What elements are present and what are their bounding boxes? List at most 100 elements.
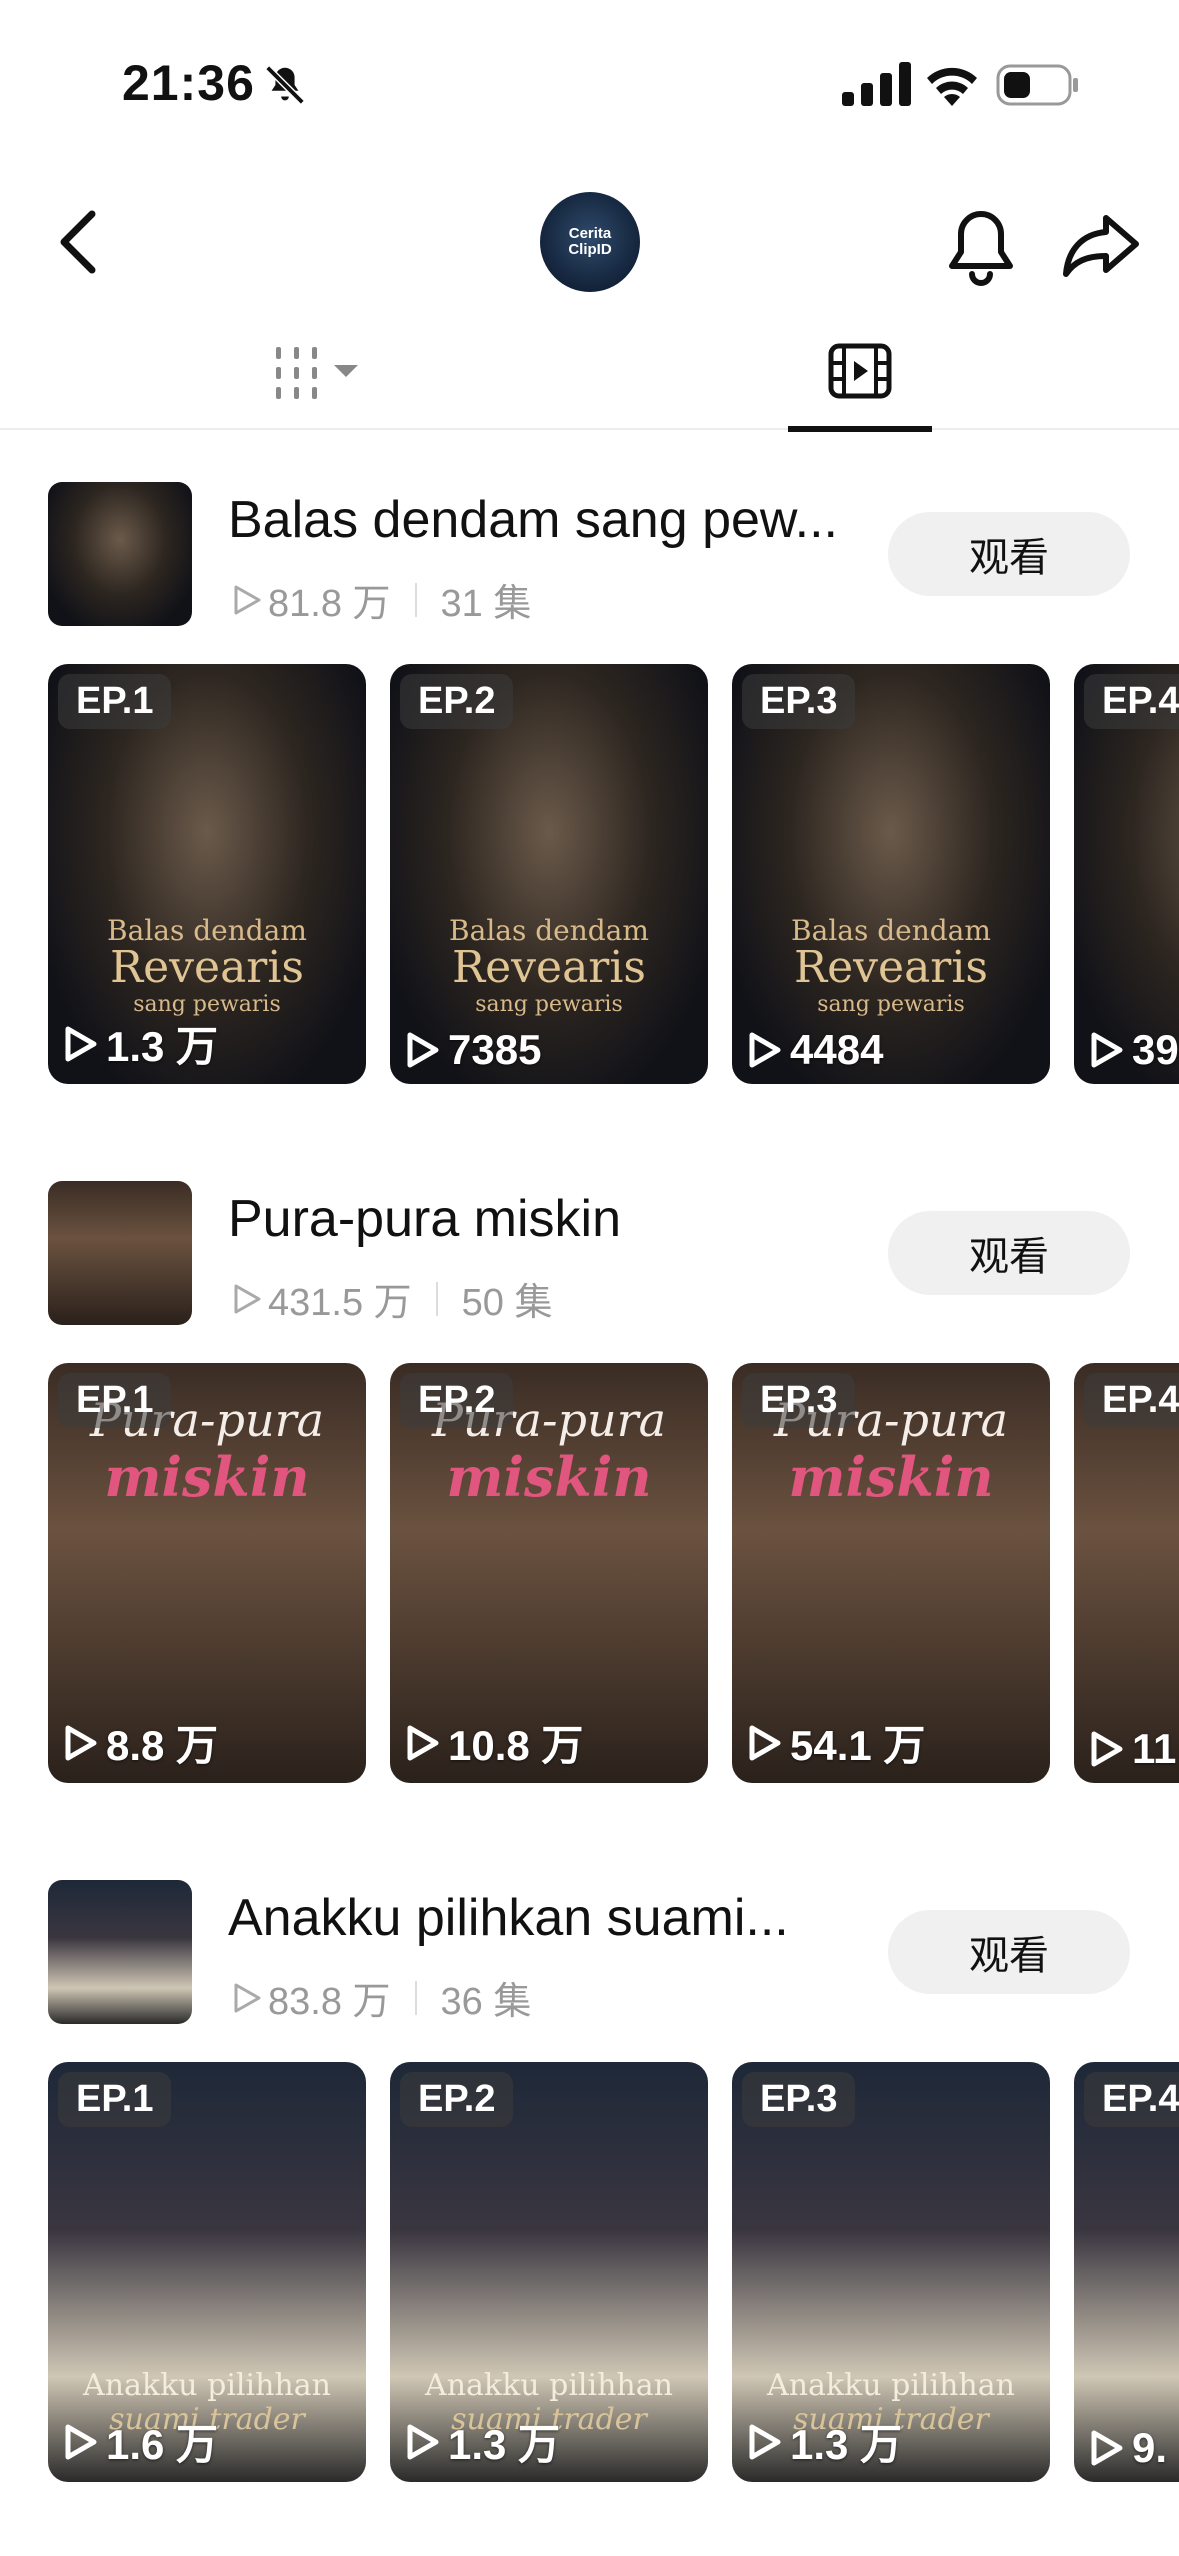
episode-view-count: 39 (1132, 1026, 1179, 1073)
tab-videos[interactable] (788, 325, 932, 432)
back-button[interactable] (52, 206, 108, 278)
episode-view-count: 4484 (790, 1026, 884, 1073)
series-meta: 81.8 万 31 集 (232, 572, 531, 627)
cover-title-line2: miskin (788, 1445, 994, 1509)
episode-label: EP.1 (58, 674, 172, 729)
episode-card[interactable]: Pura-pura miskin EP.2 10.8 万 (390, 1363, 708, 1783)
series-meta: 83.8 万 36 集 (232, 1970, 531, 2025)
episode-views: 10.8 万 (406, 1712, 583, 1773)
cover-title-line1: Anakku pilihhan (425, 2368, 673, 2403)
episode-label: EP.2 (400, 2072, 514, 2127)
notification-bell-button[interactable] (944, 208, 1018, 288)
play-icon (407, 1032, 439, 1068)
watch-button[interactable]: 观看 (888, 1910, 1130, 1994)
cover-title-line2: miskin (446, 1445, 652, 1509)
channel-name-line1: Cerita (568, 225, 612, 242)
episode-views: 54.1 万 (748, 1712, 925, 1773)
episode-card[interactable]: Pura-pura miskin EP.3 54.1 万 (732, 1363, 1050, 1783)
episode-label: EP.4 (1084, 674, 1179, 729)
episode-card[interactable]: Balas dendam Revearis sang pewaris EP.3 … (732, 664, 1050, 1084)
episode-views: 1.3 万 (748, 2411, 902, 2472)
episode-card[interactable]: EP.4 39 (1074, 664, 1179, 1084)
divider (414, 582, 417, 617)
series-title[interactable]: Pura-pura miskin (228, 1189, 848, 1249)
episode-label: EP.4 (1084, 2072, 1179, 2127)
episode-card[interactable]: EP.4 9. (1074, 2062, 1179, 2482)
episode-list: Pura-pura miskin EP.1 8.8 万 Pura-pura mi… (48, 1363, 1179, 1783)
episode-label: EP.2 (400, 674, 514, 729)
cover-title-line3: sang pewaris (817, 992, 965, 1017)
episode-label: EP.1 (58, 2072, 172, 2127)
episode-view-count: 8.8 万 (106, 1722, 219, 1769)
divider (414, 1980, 417, 2015)
cover-title-line2: Revearis (110, 942, 304, 993)
play-icon (407, 1725, 439, 1760)
episode-view-count: 1.6 万 (106, 2421, 219, 2468)
episode-card[interactable]: EP.4 11 (1074, 1363, 1179, 1783)
cover-title-line2: Revearis (452, 942, 646, 993)
episode-card[interactable]: Anakku pilihhan suami trader EP.1 1.6 万 (48, 2062, 366, 2482)
episode-card[interactable]: Pura-pura miskin EP.1 8.8 万 (48, 1363, 366, 1783)
episode-card[interactable]: Balas dendam Revearis sang pewaris EP.1 … (48, 664, 366, 1084)
episode-view-count: 1.3 万 (448, 2421, 561, 2468)
episode-label: EP.3 (742, 2072, 856, 2127)
episode-view-count: 54.1 万 (790, 1722, 926, 1769)
episode-list: Anakku pilihhan suami trader EP.1 1.6 万 … (48, 2062, 1179, 2482)
battery-icon (996, 64, 1078, 106)
series-cover-image[interactable] (48, 1880, 192, 2024)
status-time: 21:36 (122, 55, 255, 111)
episode-label: EP.4 (1084, 1373, 1179, 1428)
series-title[interactable]: Balas dendam sang pew... (228, 490, 848, 550)
series-section: Anakku pilihkan suami... 83.8 万 36 集 观看 … (0, 1880, 1179, 2540)
episode-card[interactable]: Anakku pilihhan suami trader EP.3 1.3 万 (732, 2062, 1050, 2482)
episode-views: 7385 (406, 1026, 541, 1074)
play-icon (407, 2424, 439, 2459)
channel-name-line2: ClipID (568, 241, 612, 258)
series-episode-count: 36 集 (440, 1981, 532, 2023)
play-icon (65, 2424, 97, 2459)
tab-active-indicator (788, 426, 932, 432)
watch-button[interactable]: 观看 (888, 1211, 1130, 1295)
series-cover-image[interactable] (48, 1181, 192, 1325)
episode-views: 9. (1090, 2424, 1167, 2472)
series-section: Balas dendam sang pew... 81.8 万 31 集 观看 … (0, 482, 1179, 1142)
play-icon (1091, 2430, 1123, 2466)
play-icon (749, 1725, 781, 1760)
series-views: 81.8 万 (268, 583, 391, 625)
episode-view-count: 10.8 万 (448, 1722, 584, 1769)
channel-avatar[interactable]: Cerita ClipID (540, 192, 640, 292)
watch-button[interactable]: 观看 (888, 512, 1130, 596)
series-title[interactable]: Anakku pilihkan suami... (228, 1888, 848, 1948)
series-views: 83.8 万 (268, 1981, 391, 2023)
share-button[interactable] (1060, 212, 1142, 280)
play-icon (1091, 1731, 1123, 1767)
episode-views: 39 (1090, 1026, 1179, 1074)
episode-label: EP.3 (742, 674, 856, 729)
play-outline-icon (234, 1284, 261, 1313)
episode-label: EP.3 (742, 1373, 856, 1428)
cover-title-line2: Revearis (794, 942, 988, 993)
episode-label: EP.2 (400, 1373, 514, 1428)
series-cover-image[interactable] (48, 482, 192, 626)
play-outline-icon (234, 585, 261, 614)
tab-grid-filter[interactable] (270, 343, 366, 405)
cover-title-line1: Anakku pilihhan (83, 2368, 331, 2403)
episode-view-count: 1.3 万 (106, 1023, 219, 1070)
episode-card[interactable]: Anakku pilihhan suami trader EP.2 1.3 万 (390, 2062, 708, 2482)
play-icon (65, 1725, 97, 1760)
cover-title-line1: Anakku pilihhan (767, 2368, 1015, 2403)
series-episode-count: 50 集 (461, 1282, 553, 1324)
header: Cerita ClipID (0, 170, 1179, 320)
episode-card[interactable]: Balas dendam Revearis sang pewaris EP.2 … (390, 664, 708, 1084)
episode-views: 4484 (748, 1026, 883, 1074)
video-clip-icon (828, 343, 892, 399)
series-views: 431.5 万 (268, 1282, 412, 1324)
episode-view-count: 7385 (448, 1026, 542, 1073)
tab-bar (0, 325, 1179, 432)
episode-view-count: 9. (1132, 2424, 1168, 2471)
episode-list: Balas dendam Revearis sang pewaris EP.1 … (48, 664, 1179, 1084)
episode-views: 11 (1090, 1725, 1176, 1773)
episode-views: 1.6 万 (64, 2411, 218, 2472)
cover-title-line3: sang pewaris (475, 992, 623, 1017)
episode-view-count: 11 (1132, 1725, 1177, 1772)
